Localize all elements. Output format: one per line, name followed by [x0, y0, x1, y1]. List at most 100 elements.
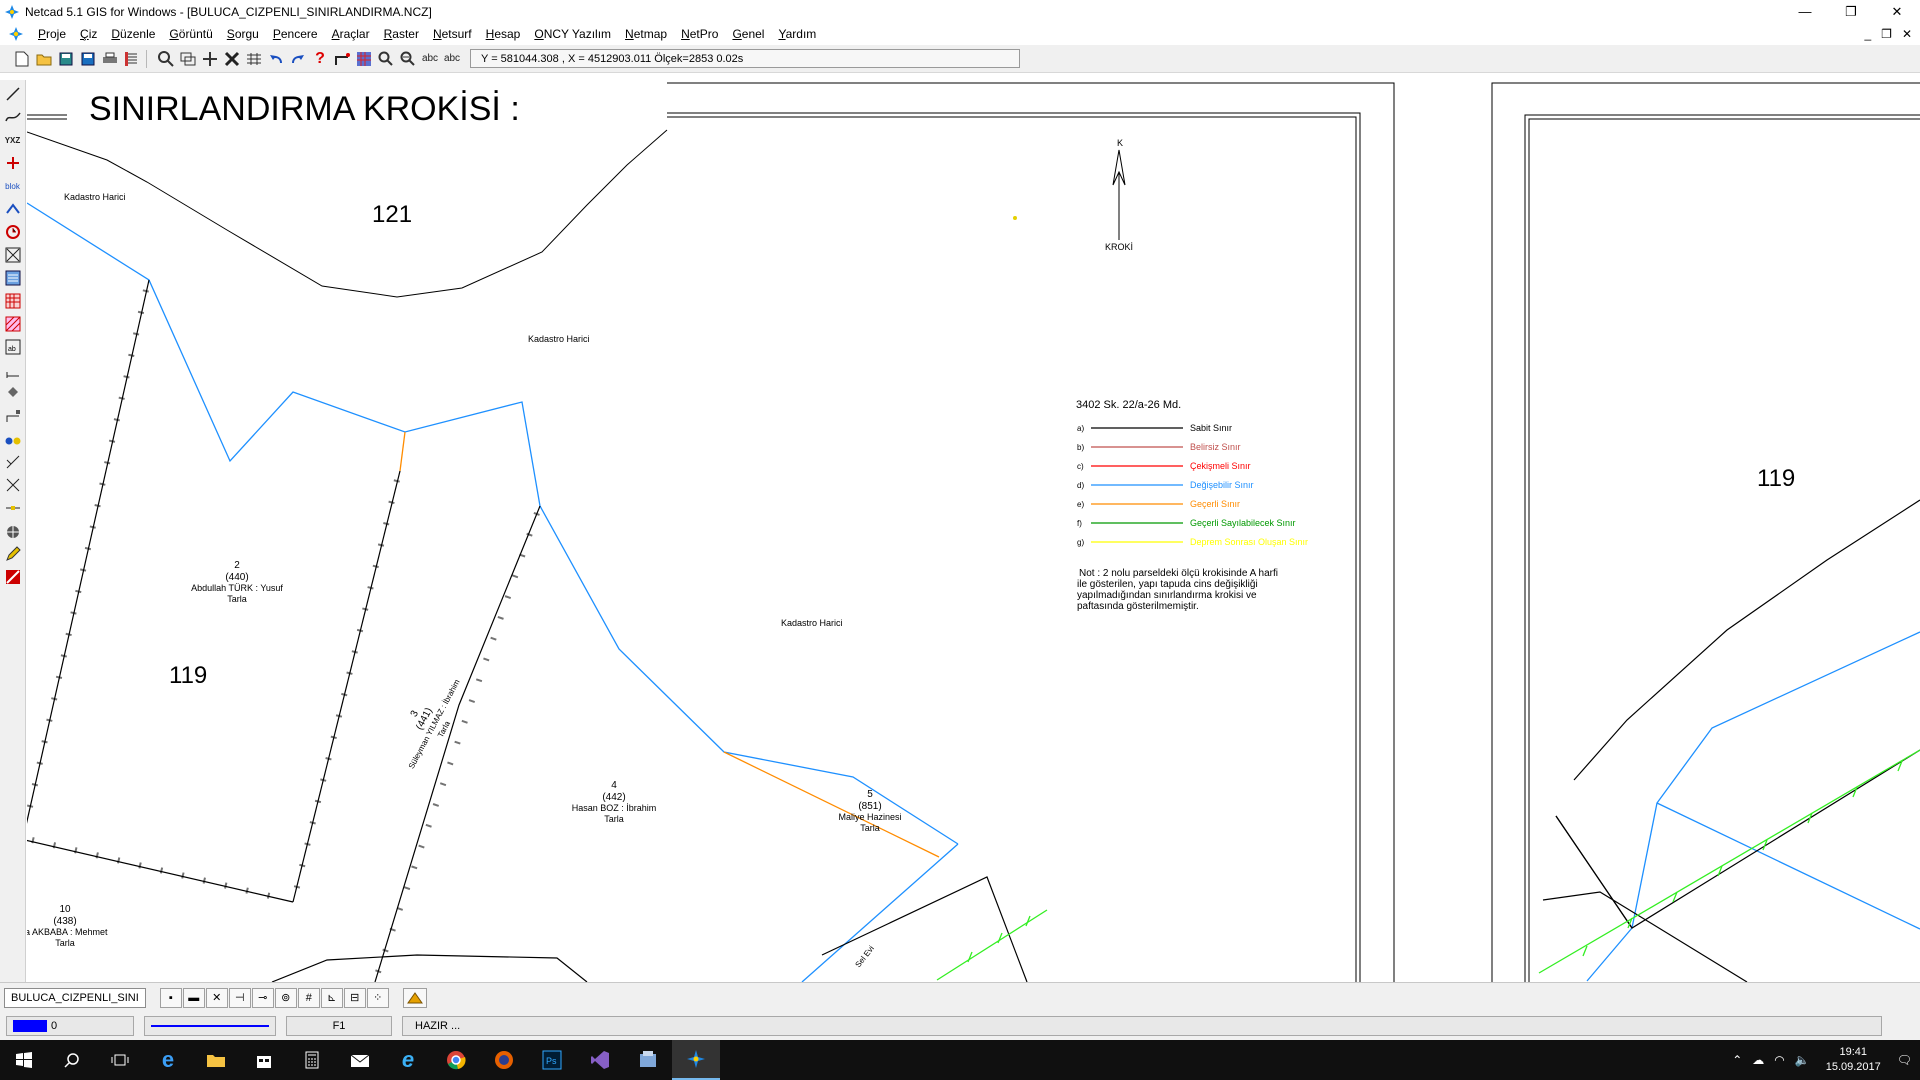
mdi-close-button[interactable]: ✕ [1902, 27, 1912, 41]
chrome-taskbar-button[interactable] [432, 1040, 480, 1080]
notification-icon[interactable]: 🗨 [1897, 1053, 1912, 1067]
volume-icon[interactable]: 🔈 [1795, 1053, 1810, 1067]
layers-list-icon[interactable] [122, 49, 142, 69]
snap-point-icon[interactable]: ▪ [159, 987, 182, 1008]
trim-icon[interactable] [222, 49, 242, 69]
clock[interactable]: 19:41 15.09.2017 [1820, 1045, 1887, 1075]
xyz-point-tool-icon[interactable]: YXZ [3, 130, 23, 150]
text-box-tool-icon[interactable]: ab [3, 337, 23, 357]
wifi-icon[interactable]: ◠ [1774, 1053, 1784, 1067]
print-icon[interactable] [100, 49, 120, 69]
explorer-taskbar-button[interactable] [192, 1040, 240, 1080]
corner-tool-icon[interactable] [3, 406, 23, 426]
zoom-icon[interactable] [156, 49, 176, 69]
snap-off-icon[interactable]: ⊟ [343, 987, 366, 1008]
store-taskbar-button[interactable] [240, 1040, 288, 1080]
menu-yardim[interactable]: Yardım [771, 27, 823, 41]
snap-grid-icon[interactable]: # [297, 987, 320, 1008]
menu-genel[interactable]: Genel [725, 27, 771, 41]
task-view-button[interactable] [96, 1040, 144, 1080]
menu-pencere[interactable]: Pencere [266, 27, 325, 41]
globe-tool-icon[interactable] [3, 521, 23, 541]
arc-tool-icon[interactable] [3, 452, 23, 472]
spell-check-icon[interactable]: abc [420, 49, 440, 69]
binocular-tool-icon[interactable] [3, 429, 23, 449]
calculator-taskbar-button[interactable] [288, 1040, 336, 1080]
snap-intersection-icon[interactable]: ✕ [205, 987, 228, 1008]
menu-proje[interactable]: Proje [31, 27, 73, 41]
chevron-up-icon[interactable]: ⌃ [1732, 1053, 1742, 1067]
menu-araclar[interactable]: Araçlar [325, 27, 377, 41]
menu-sorgu[interactable]: Sorgu [220, 27, 266, 41]
block-tool-icon[interactable]: blok [3, 176, 23, 196]
dimension-tool-icon[interactable] [3, 360, 23, 380]
query-icon[interactable] [376, 49, 396, 69]
firefox-taskbar-button[interactable] [480, 1040, 528, 1080]
pencil-tool-icon[interactable] [3, 544, 23, 564]
snap-perpendicular-icon[interactable]: ⊣ [228, 987, 251, 1008]
snap-midpoint-icon[interactable]: ▬ [182, 987, 205, 1008]
save-icon[interactable] [56, 49, 76, 69]
close-button[interactable]: ✕ [1874, 0, 1920, 23]
menu-oncy-yazilim[interactable]: ONCY Yazılım [527, 27, 618, 41]
menu-ciz[interactable]: Çiz [73, 27, 104, 41]
menu-netpro[interactable]: NetPro [674, 27, 725, 41]
undo-icon[interactable] [266, 49, 286, 69]
menu-netsurf[interactable]: Netsurf [426, 27, 479, 41]
properties-icon[interactable] [3, 268, 23, 288]
maximize-button[interactable]: ❐ [1828, 0, 1874, 23]
document-menu-icon[interactable] [8, 26, 24, 42]
align-icon[interactable] [244, 49, 264, 69]
offset-tool-icon[interactable] [3, 498, 23, 518]
open-folder-icon[interactable] [34, 49, 54, 69]
raster-grid-icon[interactable] [354, 49, 374, 69]
redo-icon[interactable] [288, 49, 308, 69]
layer-color-field[interactable]: 0 [6, 1016, 134, 1036]
cloud-icon[interactable]: ☁ [1752, 1053, 1764, 1067]
netcad-taskbar-button[interactable] [672, 1040, 720, 1080]
mdi-minimize-button[interactable]: _ [1864, 27, 1871, 41]
measure-icon[interactable] [398, 49, 418, 69]
snap-ortho-icon[interactable]: ⊾ [320, 987, 343, 1008]
menu-hesap[interactable]: Hesap [479, 27, 528, 41]
mdi-restore-button[interactable]: ❐ [1881, 27, 1892, 41]
ie-taskbar-button[interactable]: e [384, 1040, 432, 1080]
snap-nearest-icon[interactable]: ⊸ [251, 987, 274, 1008]
point-tool-icon[interactable] [3, 153, 23, 173]
text-edit-icon[interactable]: abc [442, 49, 462, 69]
pan-icon[interactable] [200, 49, 220, 69]
menu-netmap[interactable]: Netmap [618, 27, 674, 41]
color-picker-icon[interactable] [3, 567, 23, 587]
app-taskbar-button[interactable] [624, 1040, 672, 1080]
line-tool-icon[interactable] [3, 84, 23, 104]
drawing-canvas[interactable]: SINIRLANDIRMA KROKİSİ : K KROKİ Kadastro… [27, 80, 1920, 982]
curve-tool-icon[interactable] [3, 107, 23, 127]
menu-duzenle[interactable]: Düzenle [104, 27, 162, 41]
hatch-tool-icon[interactable] [3, 314, 23, 334]
search-button[interactable] [48, 1040, 96, 1080]
snap-center-icon[interactable]: ⊚ [274, 987, 297, 1008]
help-icon[interactable]: ? [310, 49, 330, 69]
start-button[interactable] [0, 1040, 48, 1080]
grid-tool-icon[interactable] [3, 291, 23, 311]
cross-tool-icon[interactable] [3, 475, 23, 495]
drawing-tab[interactable]: BULUCA_CIZPENLI_SINI [4, 987, 146, 1008]
visual-studio-taskbar-button[interactable] [576, 1040, 624, 1080]
mail-taskbar-button[interactable] [336, 1040, 384, 1080]
photoshop-taskbar-button[interactable]: Ps [528, 1040, 576, 1080]
edge-taskbar-button[interactable]: e [144, 1040, 192, 1080]
minimize-button[interactable]: — [1782, 0, 1828, 23]
zoom-window-icon[interactable] [178, 49, 198, 69]
snap-settings-icon[interactable]: ⁘ [366, 987, 389, 1008]
warning-triangle-icon[interactable] [402, 987, 427, 1008]
line-style-field[interactable] [144, 1016, 276, 1036]
delete-box-icon[interactable] [3, 245, 23, 265]
fill-tool-icon[interactable] [3, 383, 23, 403]
new-file-icon[interactable] [12, 49, 32, 69]
polyline-icon[interactable] [332, 49, 352, 69]
node-tool-icon[interactable] [3, 199, 23, 219]
menu-goruntu[interactable]: Görüntü [162, 27, 219, 41]
save-as-icon[interactable] [78, 49, 98, 69]
clock-tool-icon[interactable] [3, 222, 23, 242]
menu-raster[interactable]: Raster [377, 27, 426, 41]
